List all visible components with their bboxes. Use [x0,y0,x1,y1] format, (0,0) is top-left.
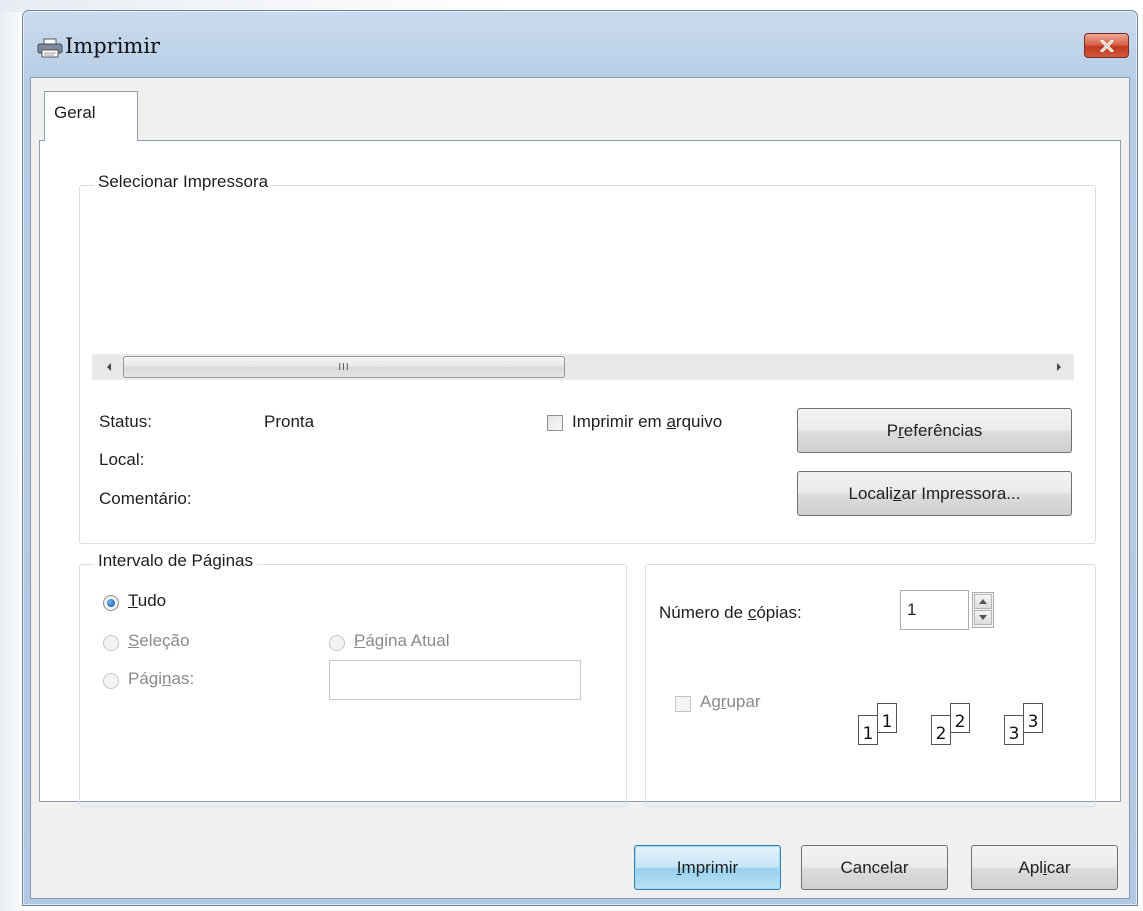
scroll-thumb-grip: III [338,361,350,373]
collate-page-front: 2 [931,715,951,745]
arrow-down-icon [979,615,987,620]
comment-label: Comentário: [99,489,192,508]
close-button[interactable] [1084,33,1129,58]
page-range-group: Intervalo de Páginas Tudo Seleção Página… [79,551,627,807]
copies-decrement-button[interactable] [974,610,992,625]
tab-panel-geral: Selecionar Impressora III Status: Pronta… [39,140,1121,807]
collate-page-back: 3 [1023,703,1043,733]
range-current-page-radio[interactable] [329,635,345,651]
status-label: Status: [99,412,152,431]
print-dialog: Imprimir Geral Selecionar Impressora III… [22,10,1138,906]
desktop-background [0,0,20,911]
arrow-up-icon [979,599,987,604]
title-bar[interactable]: Imprimir [23,11,1137,77]
range-all-label[interactable]: Tudo [128,591,166,611]
copies-input[interactable]: 1 [900,590,969,630]
range-current-page-label[interactable]: Página Atual [354,631,449,651]
pages-input[interactable] [329,660,581,700]
window-title: Imprimir [65,34,161,58]
tab-geral-label: Geral [54,103,96,122]
collate-page-back: 1 [877,703,897,733]
collate-label[interactable]: Agrupar [700,692,761,712]
arrow-right-icon [1057,363,1061,371]
collate-icon: 1 1 2 2 3 3 [851,695,1076,755]
copies-spinner[interactable] [972,592,994,628]
print-to-file-label[interactable]: Imprimir em arquivo [572,412,722,432]
scroll-thumb[interactable]: III [123,356,565,378]
cancel-button[interactable]: Cancelar [801,845,948,890]
printer-list[interactable] [92,200,1082,350]
tab-geral[interactable]: Geral [44,91,138,141]
range-selection-radio[interactable] [103,635,119,651]
range-all-radio[interactable] [103,595,119,611]
copies-group: Número de cópias: 1 Agrupar 1 1 2 2 3 3 [645,564,1096,807]
page-range-legend: Intervalo de Páginas [94,551,257,571]
local-label: Local: [99,450,145,469]
range-pages-label[interactable]: Páginas: [128,669,194,689]
print-button[interactable]: Imprimir [634,845,781,890]
dialog-client-area: Geral Selecionar Impressora III Status: … [30,77,1130,899]
arrow-left-icon [107,363,111,371]
range-selection-label[interactable]: Seleção [128,631,189,651]
collate-page-back: 2 [950,703,970,733]
select-printer-group: Selecionar Impressora III Status: Pronta… [79,172,1096,544]
find-printer-button[interactable]: Localizar Impressora... [797,471,1072,516]
close-icon [1100,39,1113,52]
collate-page-front: 1 [858,715,878,745]
scroll-right-arrow[interactable] [1051,359,1067,375]
printer-list-hscrollbar[interactable]: III [92,354,1074,380]
copies-value: 1 [907,600,917,619]
copies-label: Número de cópias: [659,603,802,622]
collate-page-front: 3 [1004,715,1024,745]
radio-selected-dot [107,599,115,607]
range-pages-radio[interactable] [103,673,119,689]
status-value: Pronta [264,412,315,431]
preferences-button[interactable]: Preferências [797,408,1072,453]
apply-button[interactable]: Aplicar [971,845,1118,890]
scroll-left-arrow[interactable] [101,359,117,375]
collate-checkbox[interactable] [675,696,691,712]
print-to-file-checkbox[interactable] [547,415,563,431]
select-printer-legend: Selecionar Impressora [94,172,273,192]
copies-increment-button[interactable] [974,594,992,609]
printer-icon [37,38,63,58]
